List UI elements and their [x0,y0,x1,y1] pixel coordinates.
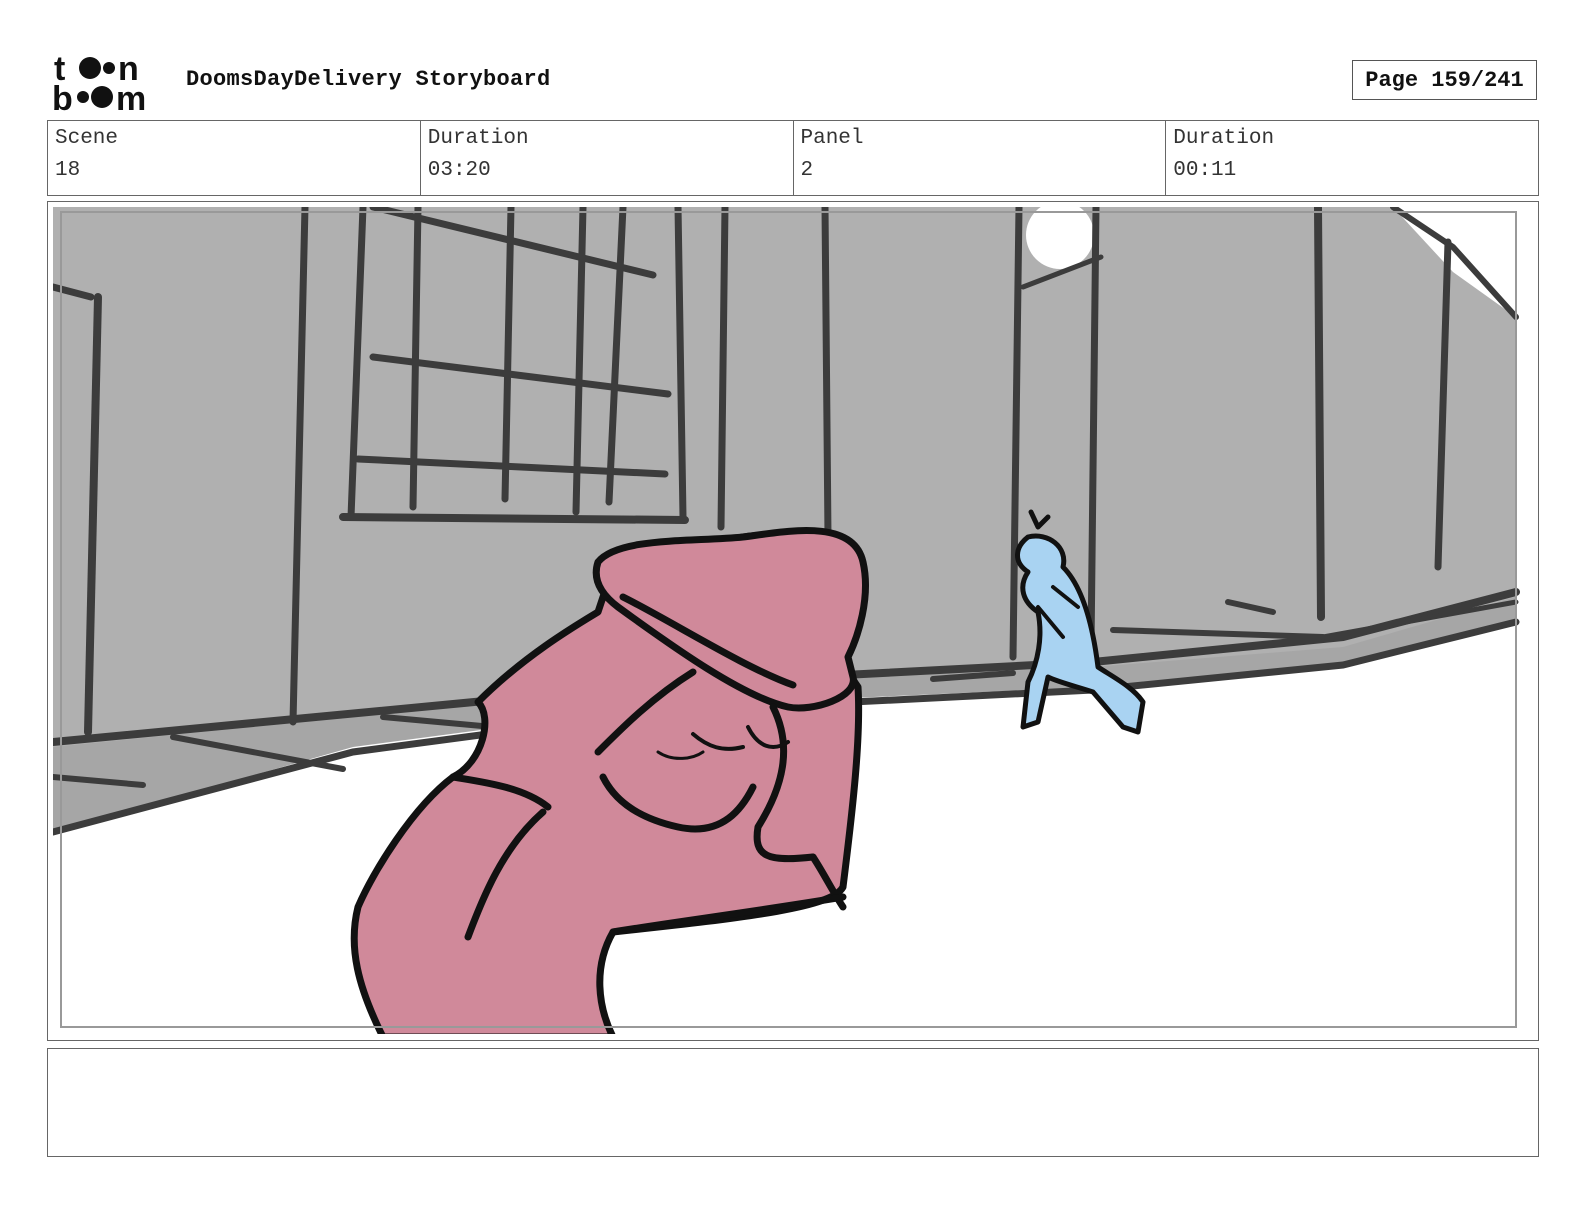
scene-duration-value: 03:20 [427,159,491,182]
panel-cell: Panel 2 [794,121,1167,195]
panel-duration-label: Duration [1173,127,1275,150]
panel-duration-cell: Duration 00:11 [1166,121,1538,195]
scene-label: Scene [55,127,119,150]
page-indicator: Page 159/241 [1352,60,1537,100]
svg-text:b: b [52,80,73,112]
toon-boom-logo: t n b m [52,50,146,112]
svg-text:m: m [116,80,146,112]
panel-label: Panel [800,127,864,150]
scene-duration-cell: Duration 03:20 [421,121,794,195]
scene-info-table: Scene 18 Duration 03:20 Panel 2 Duration… [47,120,1539,196]
scene-cell: Scene 18 [48,121,421,195]
storyboard-panel [47,201,1539,1041]
scene-duration-label: Duration [427,127,529,150]
panel-notes-box [47,1048,1539,1157]
panel-drawing [53,207,1520,1034]
scene-value: 18 [55,159,81,182]
panel-value: 2 [800,159,814,182]
panel-duration-value: 00:11 [1173,159,1237,182]
document-title: DoomsDayDelivery Storyboard [186,67,551,92]
